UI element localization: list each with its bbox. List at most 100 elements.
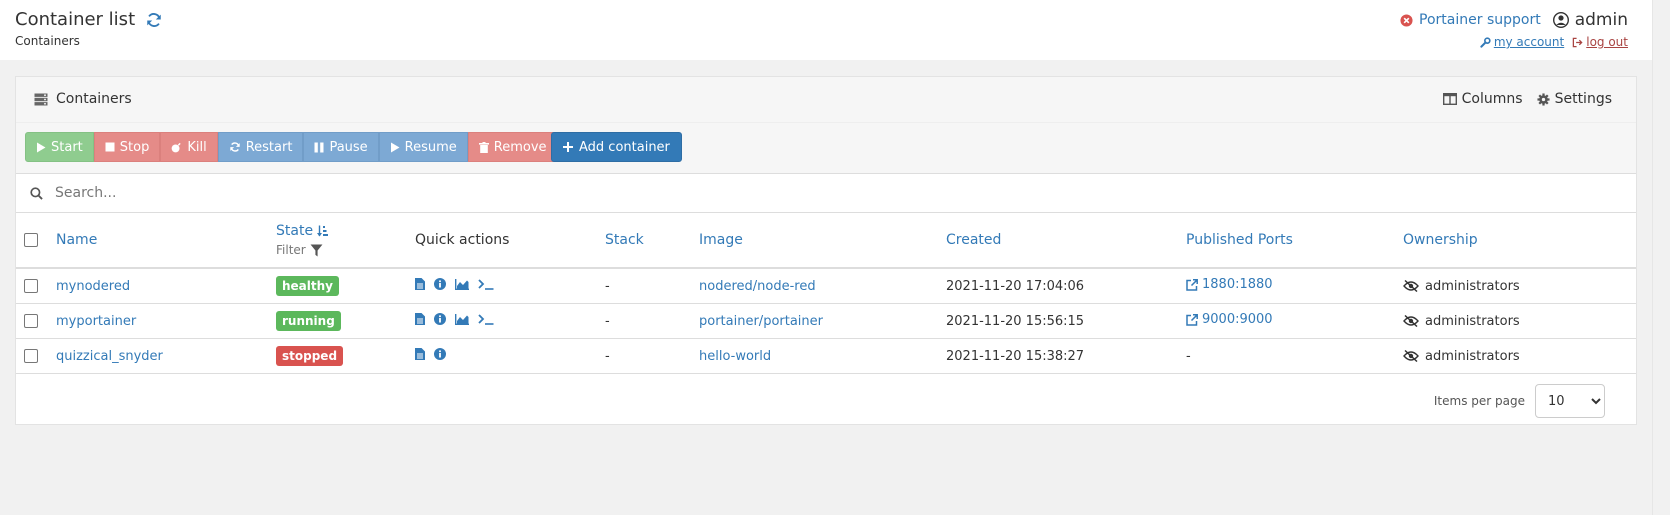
inspect-icon[interactable] bbox=[434, 278, 446, 290]
support-link[interactable]: Portainer support bbox=[1400, 12, 1541, 28]
restart-button[interactable]: Restart bbox=[217, 132, 304, 162]
table-header-row: Name State Filter Quick actions Stack Im… bbox=[16, 213, 1636, 269]
published-port-label: 1880:1880 bbox=[1202, 277, 1273, 293]
settings-button[interactable]: Settings bbox=[1537, 91, 1612, 107]
columns-label: Columns bbox=[1461, 91, 1523, 107]
console-icon[interactable] bbox=[478, 313, 494, 325]
bomb-icon bbox=[171, 142, 182, 152]
ownership-label: administrators bbox=[1425, 278, 1520, 294]
ownership-cell: administrators bbox=[1403, 279, 1636, 294]
sort-icon[interactable] bbox=[317, 225, 329, 237]
row-checkbox[interactable] bbox=[24, 314, 38, 328]
column-published-ports[interactable]: Published Ports bbox=[1186, 213, 1403, 269]
container-name-link[interactable]: mynodered bbox=[56, 279, 130, 294]
kill-label: Kill bbox=[187, 139, 207, 155]
column-quick-actions: Quick actions bbox=[415, 213, 605, 269]
console-icon[interactable] bbox=[478, 278, 494, 290]
columns-icon bbox=[1442, 93, 1457, 105]
support-label: Portainer support bbox=[1419, 12, 1541, 28]
published-port-link[interactable]: 1880:1880 bbox=[1186, 277, 1273, 292]
resume-button[interactable]: Resume bbox=[378, 132, 468, 162]
stop-label: Stop bbox=[119, 139, 150, 155]
add-container-button[interactable]: Add container bbox=[551, 132, 682, 162]
plus-icon bbox=[563, 142, 573, 152]
stop-button[interactable]: Stop bbox=[93, 132, 161, 162]
column-image[interactable]: Image bbox=[699, 213, 946, 269]
filter-icon bbox=[310, 244, 323, 256]
image-link[interactable]: hello-world bbox=[699, 349, 771, 364]
restart-icon bbox=[230, 142, 240, 152]
container-name-link[interactable]: myportainer bbox=[56, 314, 136, 329]
stack-value: - bbox=[605, 313, 610, 329]
page-title: Container list bbox=[15, 9, 136, 30]
table-row: mynodered healthy - nodered/node-red 202… bbox=[16, 268, 1636, 304]
settings-label: Settings bbox=[1554, 91, 1612, 107]
items-per-page-select[interactable]: 10 bbox=[1535, 384, 1605, 418]
column-quick-actions-label: Quick actions bbox=[415, 232, 510, 248]
published-port-link[interactable]: 9000:9000 bbox=[1186, 312, 1273, 327]
play-icon bbox=[390, 142, 400, 152]
inspect-icon[interactable] bbox=[434, 313, 446, 325]
page: Container list Containers Portainer supp… bbox=[0, 0, 1652, 515]
image-link[interactable]: nodered/node-red bbox=[699, 279, 816, 294]
column-published-ports-label: Published Ports bbox=[1186, 232, 1293, 248]
columns-button[interactable]: Columns bbox=[1442, 91, 1523, 107]
column-state-label[interactable]: State bbox=[276, 223, 313, 239]
user-circle-icon bbox=[1552, 12, 1569, 28]
remove-button[interactable]: Remove bbox=[467, 132, 558, 162]
status-badge: healthy bbox=[276, 276, 339, 296]
my-account-link[interactable]: my account bbox=[1480, 35, 1564, 49]
my-account-label: my account bbox=[1493, 35, 1565, 49]
search-input[interactable] bbox=[53, 184, 1557, 202]
inspect-icon[interactable] bbox=[434, 348, 446, 360]
containers-widget: Containers Columns Settings Start Stop K… bbox=[15, 76, 1637, 425]
eye-slash-icon bbox=[1403, 280, 1419, 292]
play-icon bbox=[37, 142, 46, 152]
logs-icon[interactable] bbox=[415, 348, 425, 360]
widget-header: Containers Columns Settings bbox=[16, 77, 1636, 123]
logout-link[interactable]: log out bbox=[1572, 35, 1628, 49]
column-image-label: Image bbox=[699, 232, 743, 248]
remove-label: Remove bbox=[493, 139, 547, 155]
refresh-icon[interactable] bbox=[145, 11, 163, 29]
start-label: Start bbox=[51, 139, 83, 155]
support-close-icon bbox=[1400, 13, 1413, 27]
start-button[interactable]: Start bbox=[25, 132, 94, 162]
search-icon bbox=[30, 186, 43, 200]
stack-value: - bbox=[605, 278, 610, 294]
column-stack[interactable]: Stack bbox=[605, 213, 699, 269]
row-checkbox[interactable] bbox=[24, 349, 38, 363]
containers-table: Name State Filter Quick actions Stack Im… bbox=[16, 213, 1636, 374]
status-badge: running bbox=[276, 311, 341, 331]
container-name-link[interactable]: quizzical_snyder bbox=[56, 349, 163, 364]
status-badge: stopped bbox=[276, 346, 344, 366]
pause-icon bbox=[314, 142, 324, 152]
ownership-label: administrators bbox=[1425, 348, 1520, 364]
stats-icon[interactable] bbox=[455, 313, 469, 325]
column-ownership[interactable]: Ownership bbox=[1403, 213, 1636, 269]
eye-slash-icon bbox=[1403, 315, 1419, 327]
external-link-icon bbox=[1186, 278, 1198, 291]
pause-button[interactable]: Pause bbox=[303, 132, 379, 162]
widget-title: Containers bbox=[34, 91, 132, 107]
image-link[interactable]: portainer/portainer bbox=[699, 314, 823, 329]
pause-label: Pause bbox=[329, 139, 368, 155]
user-block: admin bbox=[1552, 10, 1628, 30]
scrollbar[interactable] bbox=[1652, 0, 1670, 515]
state-filter[interactable]: Filter bbox=[276, 243, 415, 257]
title-row: Container list bbox=[15, 9, 163, 30]
gear-icon bbox=[1537, 92, 1550, 106]
select-all-checkbox[interactable] bbox=[24, 233, 38, 247]
column-created[interactable]: Created bbox=[946, 213, 1186, 269]
column-ownership-label: Ownership bbox=[1403, 232, 1478, 248]
widget-title-label: Containers bbox=[56, 91, 132, 107]
ownership-label: administrators bbox=[1425, 313, 1520, 329]
wrench-icon bbox=[1480, 36, 1491, 48]
stats-icon[interactable] bbox=[455, 278, 469, 290]
logs-icon[interactable] bbox=[415, 313, 425, 325]
row-checkbox[interactable] bbox=[24, 279, 38, 293]
column-name[interactable]: Name bbox=[56, 213, 276, 269]
kill-button[interactable]: Kill bbox=[160, 132, 218, 162]
created-value: 2021-11-20 15:56:15 bbox=[946, 313, 1085, 329]
logs-icon[interactable] bbox=[415, 278, 425, 290]
